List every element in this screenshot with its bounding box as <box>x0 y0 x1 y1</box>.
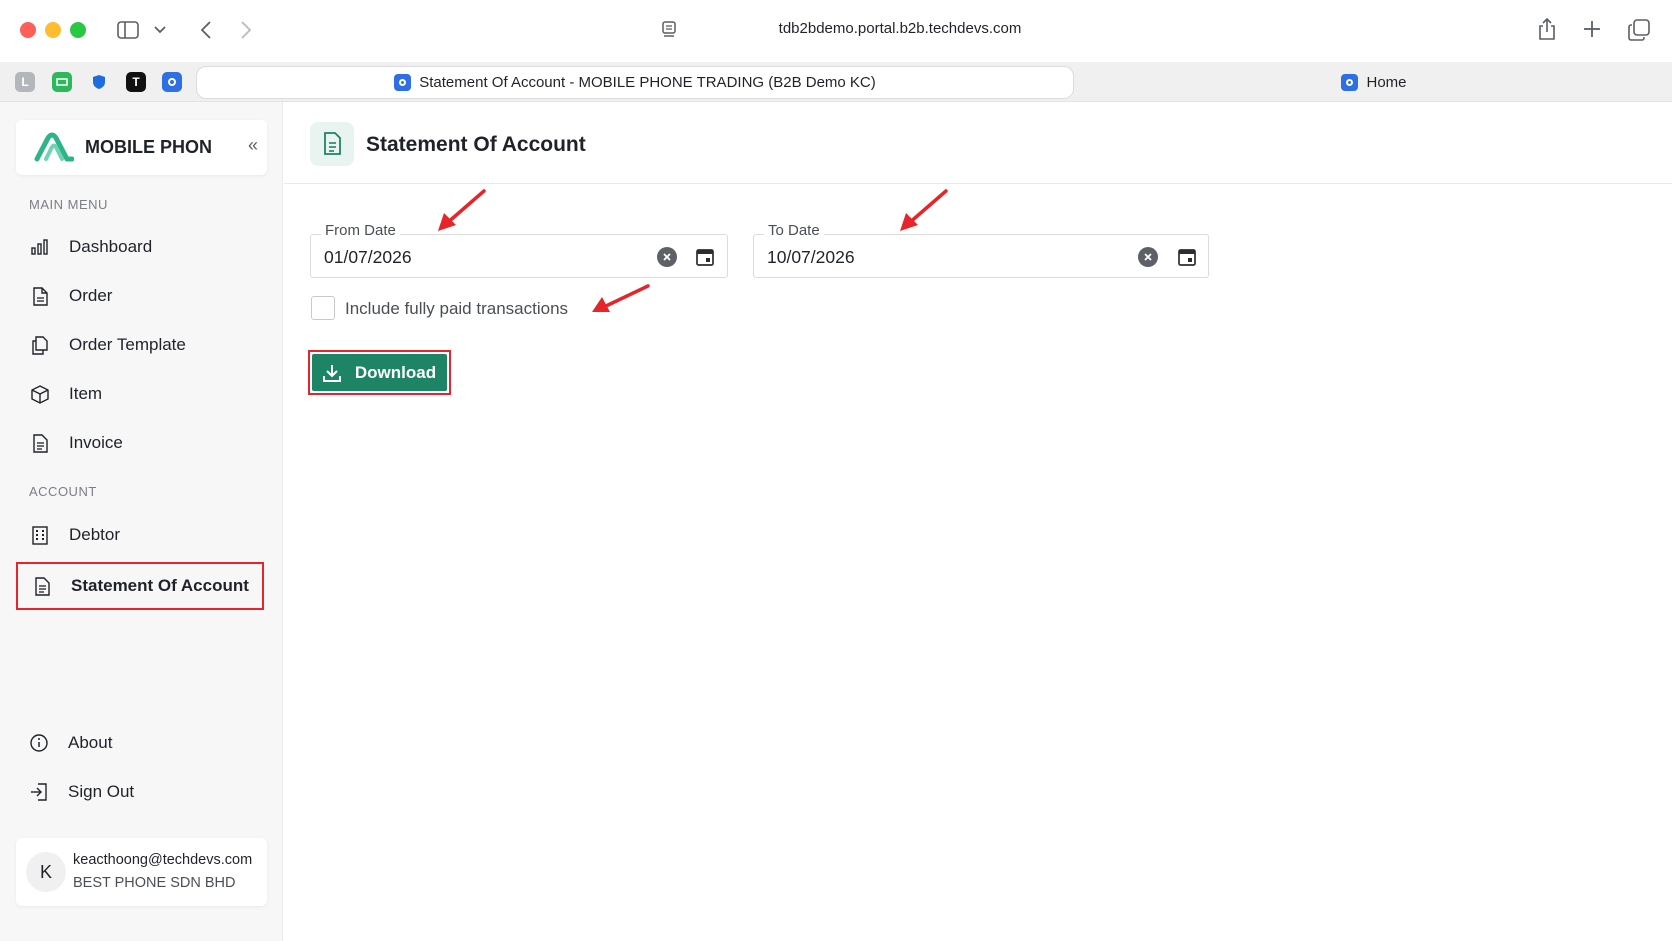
sidebar-item-order-template[interactable]: Order Template <box>16 322 264 368</box>
forward-icon[interactable] <box>236 18 256 42</box>
from-date-field[interactable]: From Date 01/07/2026 <box>310 222 728 278</box>
brand-name: MOBILE PHON <box>85 137 213 157</box>
user-company: BEST PHONE SDN BHD <box>73 875 236 891</box>
sidebar-item-sign-out[interactable]: Sign Out <box>16 769 264 815</box>
minimize-window-button[interactable] <box>45 22 61 38</box>
sidebar: MOBILE PHON « MAIN MENU Dashboard Order … <box>0 102 283 941</box>
sidebar-item-statement-of-account[interactable]: Statement Of Account <box>16 562 264 610</box>
to-date-label: To Date <box>764 222 824 239</box>
sign-out-icon <box>28 781 50 803</box>
document-icon <box>29 432 51 454</box>
tab-favicon-icon <box>394 74 412 91</box>
account-label: ACCOUNT <box>29 484 97 499</box>
tab-title: Home <box>1366 74 1407 91</box>
document-icon <box>310 122 354 166</box>
document-icon <box>31 575 53 597</box>
favorite-t-icon[interactable]: T <box>126 72 146 92</box>
reader-icon[interactable] <box>658 18 680 42</box>
back-icon[interactable] <box>196 18 216 42</box>
zoom-window-button[interactable] <box>70 22 86 38</box>
address-bar[interactable]: tdb2bdemo.portal.b2b.techdevs.com <box>700 20 1100 37</box>
tab-overview-icon[interactable] <box>1627 18 1651 42</box>
browser-titlebar: tdb2bdemo.portal.b2b.techdevs.com <box>0 0 1672 62</box>
calendar-icon[interactable] <box>694 246 716 268</box>
favorite-shield-icon[interactable] <box>89 72 109 92</box>
sidebar-item-order[interactable]: Order <box>16 273 264 319</box>
sidebar-item-item[interactable]: Item <box>16 371 264 417</box>
building-icon <box>29 524 51 546</box>
sidebar-toggle-icon[interactable] <box>116 18 140 42</box>
favorite-l-icon[interactable]: L <box>15 72 35 92</box>
close-window-button[interactable] <box>20 22 36 38</box>
favorite-l-letter: L <box>21 75 29 89</box>
to-date-field[interactable]: To Date 10/07/2026 <box>753 222 1209 278</box>
avatar: K <box>26 852 66 892</box>
sidebar-item-label: Sign Out <box>68 782 135 801</box>
download-label: Download <box>354 362 437 382</box>
clear-icon[interactable] <box>657 247 677 267</box>
annotation-arrow-icon <box>438 189 486 231</box>
favorite-blue-icon[interactable] <box>162 72 182 92</box>
favorite-t-letter: T <box>132 75 140 89</box>
annotation-arrow-icon <box>592 284 650 312</box>
from-date-value[interactable]: 01/07/2026 <box>324 247 412 268</box>
annotation-arrow-icon <box>900 189 948 231</box>
page-header: Statement Of Account <box>284 102 1672 184</box>
sidebar-item-label: About <box>68 733 113 752</box>
favorite-green-icon[interactable] <box>52 72 72 92</box>
sidebar-item-label: Order <box>69 286 113 305</box>
sidebar-item-label: Invoice <box>69 433 123 452</box>
sidebar-item-label: Debtor <box>69 525 121 544</box>
from-date-label: From Date <box>321 222 400 239</box>
user-email: keacthoong@techdevs.com <box>73 852 253 868</box>
cube-icon <box>29 383 51 405</box>
sidebar-item-debtor[interactable]: Debtor <box>16 512 264 558</box>
include-paid-checkbox[interactable] <box>311 296 335 320</box>
file-icon <box>29 285 51 307</box>
sidebar-item-about[interactable]: About <box>16 720 264 766</box>
info-icon <box>28 732 50 754</box>
download-highlight: Download <box>308 350 451 395</box>
to-date-value[interactable]: 10/07/2026 <box>767 247 855 268</box>
calendar-icon[interactable] <box>1176 246 1198 268</box>
tab-bar: L T Statement Of Account - MOBILE PHONE … <box>0 62 1672 102</box>
main-menu-label: MAIN MENU <box>29 197 108 212</box>
sidebar-item-invoice[interactable]: Invoice <box>16 420 264 466</box>
download-button[interactable]: Download <box>312 354 447 391</box>
copy-file-icon <box>29 334 51 356</box>
sidebar-item-label: Statement Of Account <box>71 576 249 595</box>
brand-card: MOBILE PHON « <box>16 120 267 175</box>
tab-favicon-icon <box>1341 74 1359 91</box>
tab-title: Statement Of Account - MOBILE PHONE TRAD… <box>419 74 876 91</box>
sidebar-item-dashboard[interactable]: Dashboard <box>16 224 264 270</box>
tab-statement-of-account[interactable]: Statement Of Account - MOBILE PHONE TRAD… <box>196 66 1074 99</box>
page-title: Statement Of Account <box>366 133 586 156</box>
include-paid-label[interactable]: Include fully paid transactions <box>345 299 568 319</box>
collapse-sidebar-icon[interactable]: « <box>248 135 258 156</box>
share-icon[interactable] <box>1535 16 1559 42</box>
sidebar-item-label: Order Template <box>69 335 186 354</box>
bar-chart-icon <box>29 236 51 258</box>
sidebar-item-label: Item <box>69 384 103 403</box>
user-card[interactable]: K keacthoong@techdevs.com BEST PHONE SDN… <box>16 838 267 906</box>
new-tab-icon[interactable] <box>1581 18 1603 40</box>
download-icon <box>322 364 341 382</box>
clear-icon[interactable] <box>1138 247 1158 267</box>
sidebar-item-label: Dashboard <box>69 237 153 256</box>
tab-home[interactable]: Home <box>1076 66 1672 99</box>
brand-logo-icon <box>34 132 75 167</box>
chevron-down-icon[interactable] <box>152 22 168 38</box>
